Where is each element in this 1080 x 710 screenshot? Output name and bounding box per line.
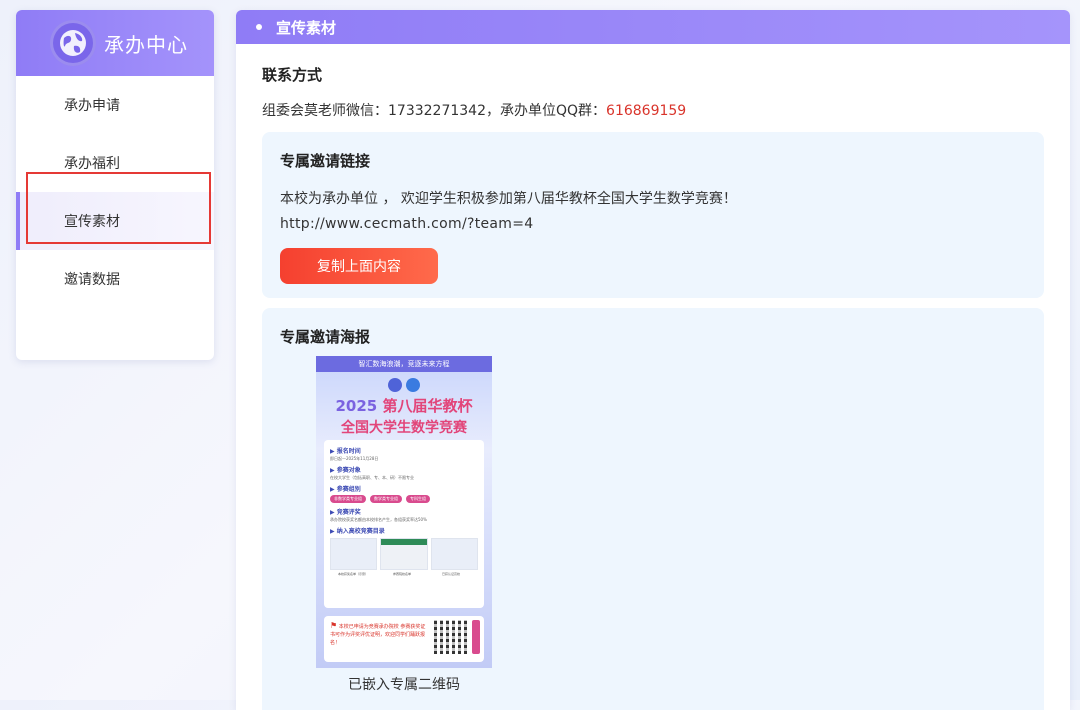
invite-url[interactable]: http://www.cecmath.com/?team=4 <box>280 216 533 232</box>
panel-title: 宣传素材 <box>276 18 337 37</box>
sidebar-item-label: 宣传素材 <box>64 214 120 230</box>
sidebar-header: 承办中心 <box>16 10 214 76</box>
copy-content-button[interactable]: 复制上面内容 <box>280 248 438 284</box>
sidebar-item-invite-data[interactable]: 邀请数据 <box>16 250 214 308</box>
qr-code-icon <box>434 620 468 654</box>
sidebar-item-promo-materials[interactable]: 宣传素材 <box>16 192 214 250</box>
poster-group-tags: 非数学类专业组 数学类专业组 专科生组 <box>330 495 478 503</box>
poster-footer: ⚑ 本校已申请为竞赛承办院校 参赛获奖证书可作为评奖评优证明，欢迎同学们踊跃报名… <box>324 616 484 662</box>
invite-poster-image[interactable]: 智汇数海浪潮，竞逐未来方程 2025 第八届华教杯 全国大学生数学竞赛 ▶ 报名… <box>316 356 492 668</box>
poster-headline: 2025 第八届华教杯 <box>316 395 492 416</box>
poster-tag: 数学类专业组 <box>370 495 402 503</box>
poster-thumb-caption: 参赛院校名单 <box>392 572 411 576</box>
poster-section-text: 即日起—2025年11月28日 <box>330 456 379 461</box>
invite-link-card: 专属邀请链接 本校为承办单位 ， 欢迎学生积极参加第八届华教杯全国大学生数学竞赛… <box>262 132 1044 298</box>
sidebar: 承办中心 承办申请 承办福利 宣传素材 邀请数据 <box>16 10 214 360</box>
poster-headline-main: 第八届华教杯 <box>382 397 473 415</box>
contact-title: 联系方式 <box>262 66 323 84</box>
poster-section-title: ▶ 竞赛评奖 <box>330 509 361 516</box>
poster-caption: 已嵌入专属二维码 <box>348 677 460 693</box>
poster-thumbnails <box>330 538 478 570</box>
poster-section-text: 在校大学生（包括高职、专、本、研）不限专业 <box>330 475 414 480</box>
poster-thumbnail <box>430 538 478 570</box>
poster-section-title: ▶ 报名时间 <box>330 448 361 455</box>
invite-poster-title: 专属邀请海报 <box>280 328 371 346</box>
poster-signup-badge <box>472 620 480 654</box>
globe-icon <box>50 20 96 66</box>
poster-footer-message: 本校已申请为竞赛承办院校 参赛获奖证书可作为评奖评优证明，欢迎同学们踊跃报名！ <box>330 624 426 646</box>
poster-thumb-caption: 已获认证高校 <box>441 572 460 576</box>
poster-thumbnail <box>380 538 428 570</box>
sidebar-title: 承办中心 <box>104 32 188 57</box>
sidebar-item-apply[interactable]: 承办申请 <box>16 76 214 134</box>
sidebar-item-label: 承办福利 <box>64 156 120 172</box>
poster-thumbnail <box>330 538 378 570</box>
bullet-dot-icon <box>256 24 262 30</box>
qq-group-number: 616869159 <box>606 103 687 119</box>
sidebar-item-benefits[interactable]: 承办福利 <box>16 134 214 192</box>
poster-subheadline: 全国大学生数学竞赛 <box>341 420 467 436</box>
poster-section-title: ▶ 纳入高校竞赛目录 <box>330 528 385 535</box>
contact-text: 组委会莫老师微信：17332271342，承办单位QQ群： <box>262 103 607 119</box>
contact-info: 组委会莫老师微信：17332271342，承办单位QQ群：616869159 <box>262 100 686 120</box>
poster-section-title: ▶ 参赛组别 <box>330 486 361 493</box>
invite-poster-card: 专属邀请海报 智汇数海浪潮，竞逐未来方程 2025 第八届华教杯 全国大学生数学… <box>262 308 1044 710</box>
poster-logos <box>316 378 492 392</box>
competition-logo-icon <box>406 378 420 392</box>
invite-link-title: 专属邀请链接 <box>280 152 371 170</box>
main-panel: 宣传素材 联系方式 组委会莫老师微信：17332271342，承办单位QQ群：6… <box>236 10 1070 710</box>
sidebar-item-label: 承办申请 <box>64 98 120 114</box>
org-logo-icon <box>388 378 402 392</box>
poster-footer-text: ⚑ 本校已申请为竞赛承办院校 参赛获奖证书可作为评奖评优证明，欢迎同学们踊跃报名… <box>330 622 430 647</box>
poster-headline-year: 2025 <box>335 397 378 415</box>
sidebar-item-label: 邀请数据 <box>64 272 120 288</box>
poster-thumb-caption: 本校获奖名单（示意） <box>337 572 368 576</box>
panel-header: 宣传素材 <box>236 10 1070 44</box>
poster-thumbnail-captions: 本校获奖名单（示意） 参赛院校名单 已获认证高校 <box>330 572 478 576</box>
poster-tag: 专科生组 <box>406 495 430 503</box>
invite-text: 本校为承办单位 ， 欢迎学生积极参加第八届华教杯全国大学生数学竞赛！ <box>280 191 737 207</box>
poster-top-banner: 智汇数海浪潮，竞逐未来方程 <box>316 356 492 372</box>
poster-section-title: ▶ 参赛对象 <box>330 467 361 474</box>
poster-section-text: 承办院校获奖名额由本校排名产生，各组获奖率达50% <box>330 517 427 522</box>
poster-tag: 非数学类专业组 <box>330 495 366 503</box>
flag-icon: ⚑ <box>330 621 338 630</box>
poster-info-panel: ▶ 报名时间 即日起—2025年11月28日 ▶ 参赛对象 在校大学生（包括高职… <box>324 440 484 608</box>
